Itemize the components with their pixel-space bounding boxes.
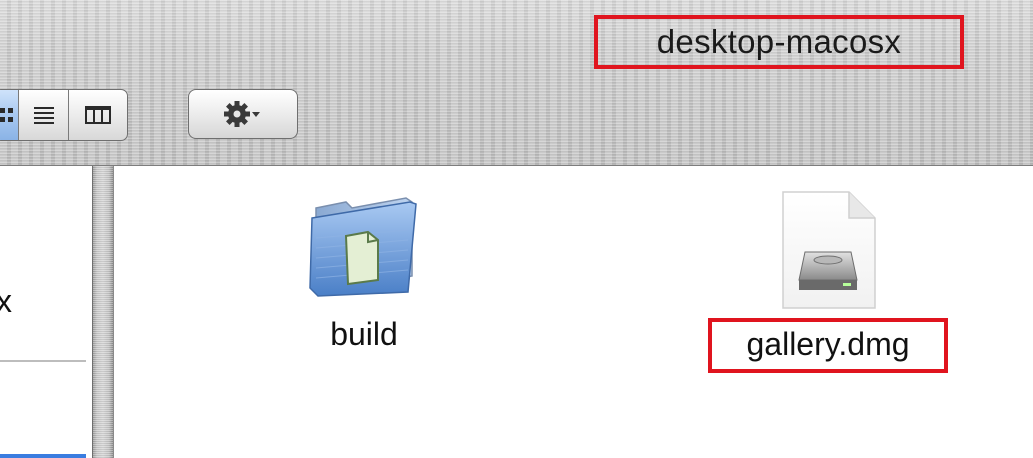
chevron-down-icon (252, 112, 260, 117)
folder-icon (309, 197, 417, 297)
view-mode-control (0, 89, 128, 141)
sidebar-selected-item[interactable] (0, 454, 86, 458)
list-icon (33, 107, 54, 124)
window-toolbar: desktop-macosx (0, 0, 1033, 166)
columns-icon (85, 106, 111, 124)
sidebar-item-label[interactable]: x (0, 283, 40, 320)
file-item-gallery-dmg[interactable]: gallery.dmg (708, 188, 948, 373)
file-item-build[interactable]: build (289, 188, 439, 353)
file-name-highlight: gallery.dmg (708, 318, 948, 373)
sidebar-splitter[interactable] (92, 166, 114, 458)
finder-sidebar: x (0, 166, 92, 458)
window-title-highlight: desktop-macosx (594, 15, 964, 69)
window-title: desktop-macosx (656, 23, 902, 60)
column-view-button[interactable] (69, 90, 127, 140)
file-name-build: build (330, 316, 398, 352)
disk-image-icon (782, 191, 876, 309)
gear-icon (224, 101, 260, 127)
finder-window: desktop-macosx x build gallery.dmg (0, 0, 1033, 458)
sidebar-divider (0, 360, 86, 362)
action-menu-button[interactable] (188, 89, 298, 139)
grid-icon (0, 108, 13, 122)
icon-view-button[interactable] (0, 90, 19, 140)
list-view-button[interactable] (19, 90, 69, 140)
file-name-gallery-dmg: gallery.dmg (746, 326, 910, 362)
file-browser-pane: build gallery.dmg (114, 166, 1033, 458)
